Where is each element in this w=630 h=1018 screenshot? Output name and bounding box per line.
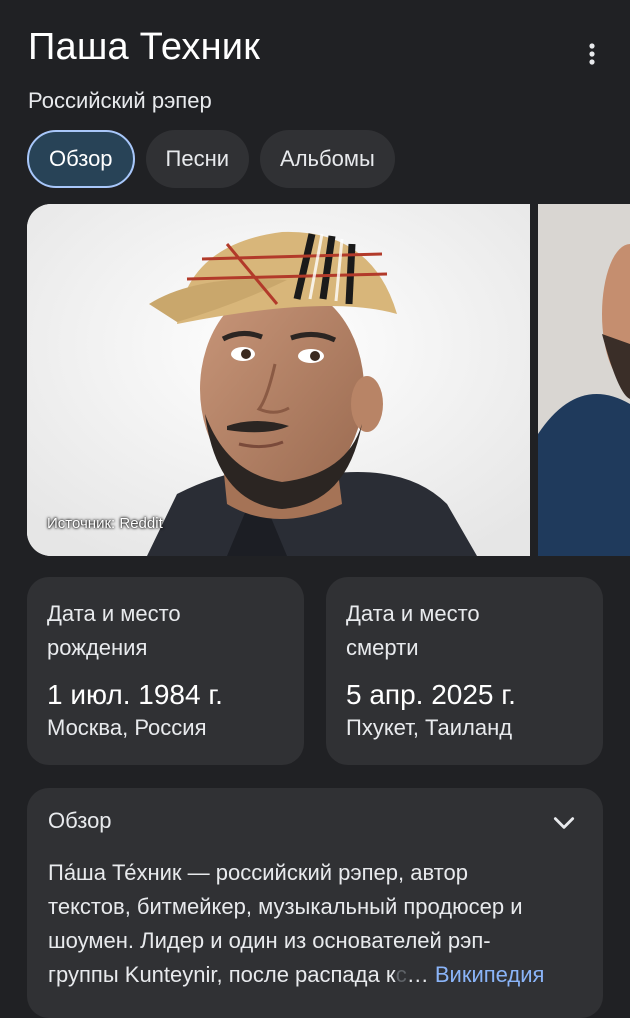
tab-albums[interactable]: Альбомы (260, 130, 395, 188)
tab-overview[interactable]: Обзор (27, 130, 135, 188)
overview-title: Обзор (48, 808, 112, 833)
more-vert-icon (589, 43, 595, 65)
death-date: 5 апр. 2025 г. (346, 679, 516, 710)
second-photo[interactable] (538, 204, 630, 556)
overview-ellipsis: … (406, 962, 429, 987)
overview-line-last: группы Kunteynir, после распада кс… Вики… (48, 958, 588, 992)
page-subtitle: Российский рэпер (28, 88, 212, 113)
birth-label-line2: рождения (47, 635, 148, 660)
overview-line-text: группы Kunteynir, после распада к (48, 962, 396, 987)
birth-label: Дата и место рождения (47, 597, 284, 665)
second-portrait-image (538, 204, 630, 556)
death-label: Дата и место смерти (346, 597, 583, 665)
chevron-down-icon[interactable] (551, 810, 577, 836)
overview-fade: с (395, 962, 407, 987)
portrait-image (27, 204, 530, 556)
page-title: Паша Техник (28, 26, 261, 68)
image-source-label: Источник: Reddit (47, 515, 163, 532)
death-fact-card[interactable]: Дата и место смерти 5 апр. 2025 г. Пхуке… (326, 577, 603, 765)
birth-place: Москва, Россия (47, 715, 207, 740)
death-place: Пхукет, Таиланд (346, 715, 513, 740)
tab-songs[interactable]: Песни (145, 130, 250, 188)
birth-label-line1: Дата и место (47, 601, 181, 626)
overview-line: шоумен. Лидер и один из основателей рэп- (48, 928, 491, 953)
main-photo[interactable]: Источник: Reddit (27, 204, 530, 556)
more-options-button[interactable] (572, 34, 612, 74)
overview-line: Па́ша Те́хник — российский рэпер, автор (48, 860, 468, 885)
death-label-line2: смерти (346, 635, 419, 660)
overview-line: текстов, битмейкер, музыкальный продюсер… (48, 894, 523, 919)
death-label-line1: Дата и место (346, 601, 480, 626)
wikipedia-link[interactable]: Википедия (435, 962, 545, 987)
birth-date: 1 июл. 1984 г. (47, 679, 223, 710)
overview-card: Обзор Па́ша Те́хник — российский рэпер, … (27, 788, 603, 1018)
overview-text: Па́ша Те́хник — российский рэпер, автор … (48, 856, 588, 992)
tab-bar: Обзор Песни Альбомы (27, 130, 395, 188)
birth-fact-card[interactable]: Дата и место рождения 1 июл. 1984 г. Мос… (27, 577, 304, 765)
